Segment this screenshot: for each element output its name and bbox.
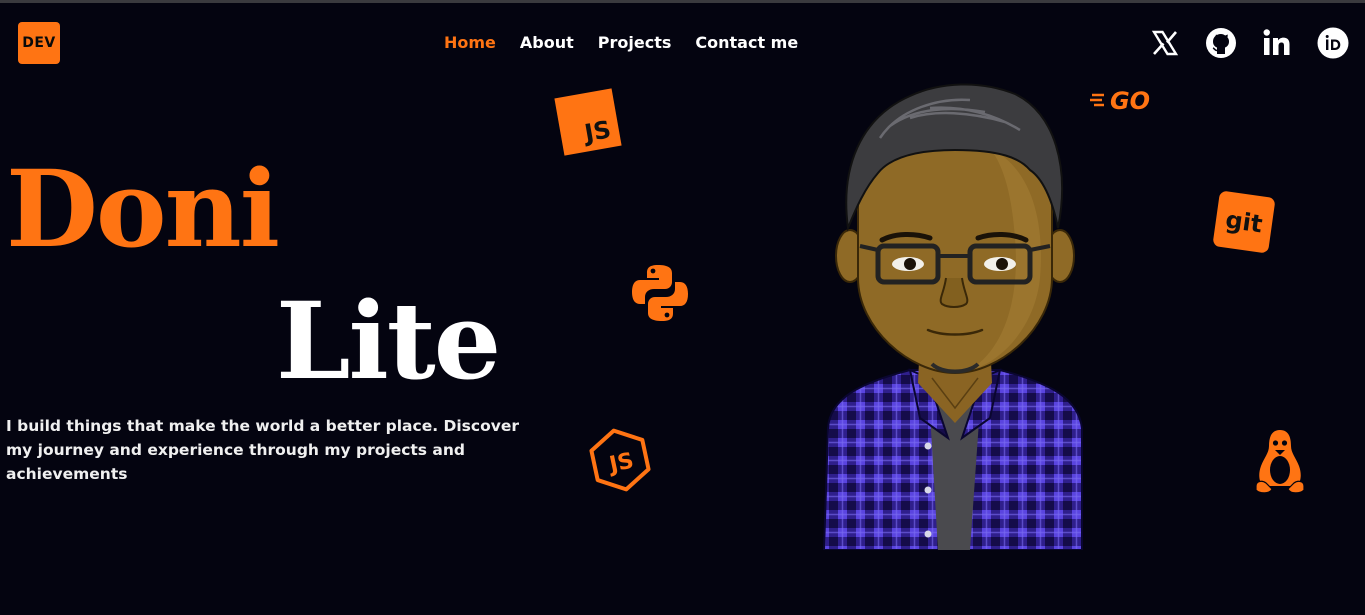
- javascript-icon: JS: [552, 86, 624, 162]
- avatar-illustration: [820, 78, 1090, 554]
- git-icon: git: [1208, 186, 1280, 262]
- git-icon-label: git: [1224, 206, 1264, 239]
- hero-tagline: I build things that make the world a bet…: [6, 417, 519, 483]
- page: DEV Home About Projects Contact me Doni …: [0, 0, 1365, 615]
- golang-icon-label: GO: [1110, 87, 1150, 115]
- linux-tux-icon: [1250, 426, 1310, 502]
- hero-last-name: Lite: [276, 278, 501, 403]
- social-links: [1148, 26, 1350, 60]
- golang-icon: GO: [1090, 86, 1158, 120]
- linkedin-icon[interactable]: [1260, 26, 1294, 60]
- nav-home[interactable]: Home: [444, 33, 496, 52]
- orcid-icon[interactable]: [1316, 26, 1350, 60]
- nodejs-icon: JS: [586, 426, 654, 498]
- hero-first-name: Doni: [6, 146, 280, 271]
- dev-logo[interactable]: DEV: [18, 22, 60, 64]
- main-nav: Home About Projects Contact me: [444, 33, 798, 52]
- nav-projects[interactable]: Projects: [598, 33, 672, 52]
- nodejs-icon-label: JS: [605, 448, 636, 478]
- github-icon[interactable]: [1204, 26, 1238, 60]
- x-icon[interactable]: [1148, 26, 1182, 60]
- nav-about[interactable]: About: [520, 33, 574, 52]
- nav-contact[interactable]: Contact me: [695, 33, 798, 52]
- python-icon: [630, 263, 690, 327]
- top-border: [0, 0, 1365, 3]
